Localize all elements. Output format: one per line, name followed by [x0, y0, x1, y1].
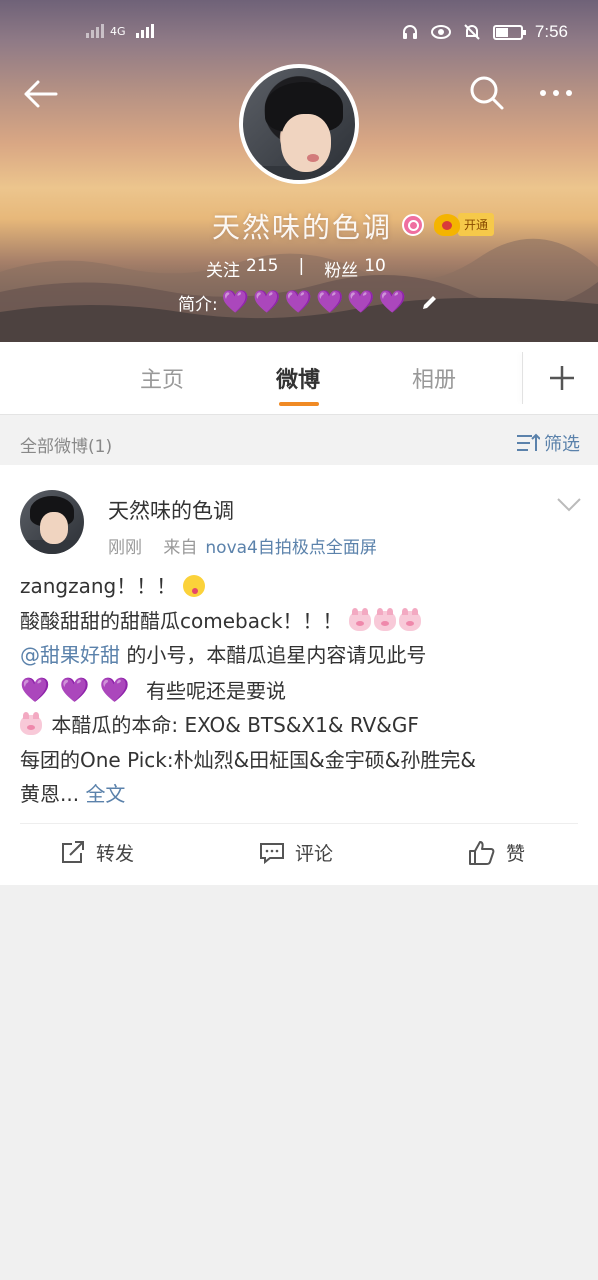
- pencil-icon[interactable]: [420, 294, 438, 312]
- profile-tabs: 主页 微博 相册: [0, 342, 598, 415]
- tab-album[interactable]: 相册: [412, 362, 456, 394]
- plus-icon[interactable]: [546, 362, 578, 394]
- signal-icon: [86, 22, 104, 38]
- bio[interactable]: 简介: 💜 💜 💜 💜 💜 💜: [178, 290, 438, 315]
- vip-label: 开通: [458, 213, 495, 236]
- post-line: @甜果好甜 的小号，本醋瓜追星内容请见此号: [20, 638, 580, 673]
- all-posts-label: 全部微博(1): [20, 437, 113, 457]
- stat-separator: |: [298, 256, 305, 276]
- following-label[interactable]: 关注: [206, 256, 240, 281]
- followers-label[interactable]: 粉丝: [324, 256, 358, 281]
- like-label: 赞: [506, 843, 526, 865]
- purple-heart-icon: 💜: [315, 289, 344, 315]
- mute-bell-icon: [464, 24, 480, 40]
- profile-name: 天然味的色调: [212, 211, 393, 244]
- mention-link[interactable]: @甜果好甜: [20, 643, 120, 667]
- purple-heart-icon: 💜: [99, 675, 130, 704]
- post-line: zangzang！！！: [20, 569, 580, 604]
- pig-emoji-icon: [348, 607, 371, 631]
- avatar[interactable]: [239, 64, 359, 184]
- profile-header: 4G 7:56 天然味的色调 开通 关注 215 | 粉丝 10 简介: 💜 💜…: [0, 0, 598, 342]
- pig-emoji-icon: [373, 607, 396, 631]
- post-text: 黄恩...: [20, 782, 80, 806]
- filter-bar: 全部微博(1) 筛选: [0, 415, 598, 465]
- profile-stats: 关注 215 | 粉丝 10: [206, 256, 386, 281]
- following-count[interactable]: 215: [246, 256, 278, 281]
- signal-indicators: 4G: [86, 22, 154, 38]
- active-tab-indicator: [279, 402, 319, 406]
- post-time: 刚刚: [108, 538, 142, 558]
- card-divider: [20, 823, 578, 824]
- filter-label: 筛选: [544, 434, 580, 455]
- clock: 7:56: [534, 22, 568, 41]
- post-author[interactable]: 天然味的色调: [108, 495, 234, 525]
- repost-label: 转发: [96, 843, 135, 865]
- purple-heart-icon: 💜: [253, 289, 281, 315]
- post-text: 有些呢还是要说: [146, 678, 287, 703]
- post-line: 每团的One Pick:朴灿烈&田柾国&金宇硕&孙胜完&: [20, 743, 580, 778]
- filter-icon: [517, 433, 540, 451]
- purple-heart-icon: 💜: [284, 289, 312, 315]
- source-prefix: 来自: [163, 538, 198, 558]
- post-avatar[interactable]: [20, 490, 84, 554]
- like-button[interactable]: 赞: [468, 839, 525, 866]
- post-line: 酸酸甜甜的甜醋瓜comeback！！！: [20, 604, 580, 639]
- post-text: zangzang！！！: [20, 574, 177, 598]
- headphones-icon: [402, 25, 417, 39]
- comment-label: 评论: [295, 843, 334, 865]
- vip-badge[interactable]: 开通: [434, 213, 495, 236]
- post-card[interactable]: 天然味的色调 刚刚 来自 nova4自拍极点全面屏 zangzang！！！ 酸酸甜…: [0, 465, 598, 885]
- tab-home[interactable]: 主页: [140, 362, 184, 394]
- comment-button[interactable]: 评论: [259, 839, 333, 866]
- chevron-down-icon[interactable]: [556, 497, 582, 513]
- pig-emoji-icon: [398, 607, 421, 631]
- thumbs-up-icon: [469, 840, 495, 865]
- bio-label: 简介:: [178, 295, 218, 315]
- search-icon[interactable]: [468, 74, 506, 112]
- full-text-link[interactable]: 全文: [85, 782, 125, 806]
- filter-button[interactable]: 筛选: [516, 430, 580, 456]
- post-line: 黄恩... 全文: [20, 777, 580, 812]
- badge-icon[interactable]: [402, 214, 424, 236]
- repost-button[interactable]: 转发: [60, 839, 134, 866]
- repost-icon: [62, 840, 84, 863]
- followers-count[interactable]: 10: [364, 256, 386, 281]
- status-right: 7:56: [401, 22, 568, 42]
- tongue-emoji-icon: [182, 575, 205, 597]
- post-meta: 刚刚 来自 nova4自拍极点全面屏: [108, 533, 377, 558]
- back-arrow-icon[interactable]: [20, 76, 60, 112]
- comment-icon: [260, 842, 284, 864]
- purple-heart-icon: 💜: [59, 675, 90, 704]
- purple-heart-icon: 💜: [347, 289, 375, 315]
- more-icon[interactable]: [540, 82, 580, 104]
- post-text: 酸酸甜甜的甜醋瓜comeback！！！: [20, 608, 343, 633]
- eye-icon: [430, 25, 451, 39]
- post-line: 本醋瓜的本命: EXO& BTS&X1& RV&GF: [20, 708, 580, 743]
- pig-emoji-icon: [20, 712, 42, 735]
- post-text: 的小号，本醋瓜追星内容请见此号: [126, 643, 427, 667]
- network-label: 4G: [110, 25, 126, 38]
- purple-heart-icon: 💜: [221, 289, 250, 315]
- tab-divider: [522, 352, 523, 404]
- signal-icon-2: [135, 22, 154, 38]
- crown-icon: [434, 213, 460, 236]
- status-bar: 4G 7:56: [0, 18, 598, 50]
- post-text: 本醋瓜的本命: EXO& BTS&X1& RV&GF: [51, 713, 419, 737]
- purple-heart-icon: 💜: [378, 289, 407, 315]
- post-line: 💜 💜 💜 有些呢还是要说: [20, 673, 580, 709]
- purple-heart-icon: 💜: [20, 675, 50, 704]
- post-content[interactable]: zangzang！！！ 酸酸甜甜的甜醋瓜comeback！！！ @甜果好甜 的小…: [20, 569, 580, 812]
- post-text: 每团的One Pick:朴灿烈&田柾国&金宇硕&孙胜完&: [20, 747, 476, 772]
- post-source[interactable]: nova4自拍极点全面屏: [205, 538, 376, 558]
- tab-weibo[interactable]: 微博: [276, 362, 320, 394]
- battery-icon: [492, 24, 526, 40]
